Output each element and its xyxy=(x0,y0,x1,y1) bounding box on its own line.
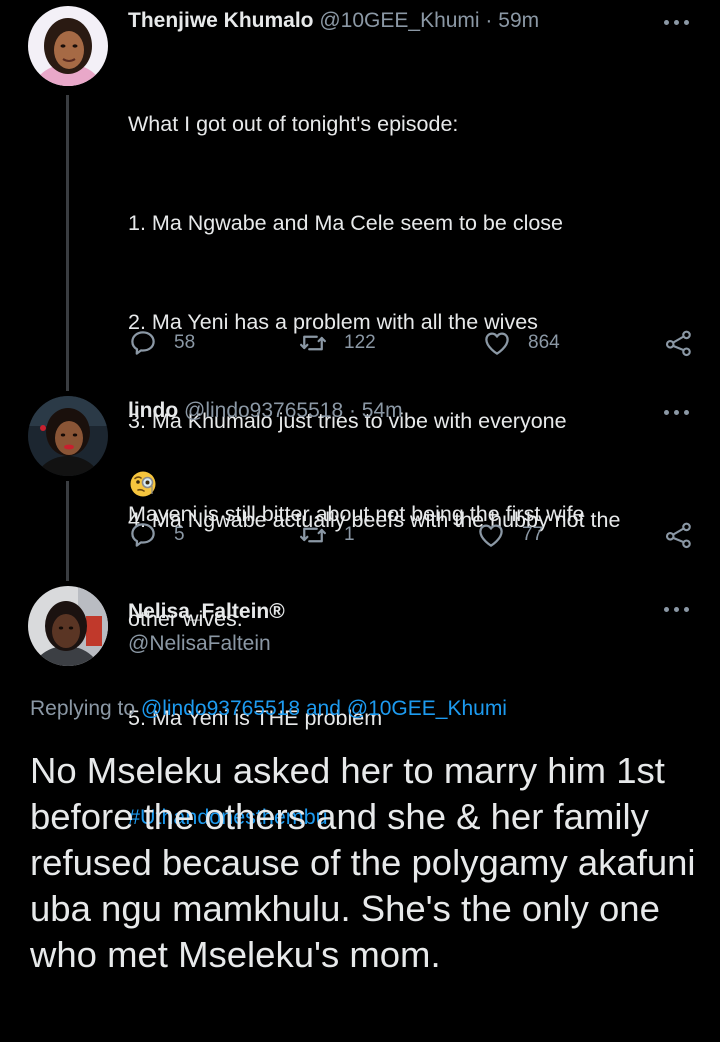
avatar[interactable] xyxy=(28,6,108,86)
tweet-header: lindo @lindo93765518 · 54m xyxy=(128,397,403,425)
retweet-count: 122 xyxy=(344,332,376,353)
like-count: 864 xyxy=(528,332,560,353)
share-icon xyxy=(665,330,691,357)
user-handle[interactable]: @NelisaFaltein xyxy=(128,632,271,656)
thread-line xyxy=(66,95,69,391)
like-count: 77 xyxy=(522,524,544,545)
face-with-monocle-emoji xyxy=(130,471,156,497)
more-icon[interactable] xyxy=(664,17,690,27)
replying-to: Replying to @lindo93765518 and @10GEE_Kh… xyxy=(30,697,507,721)
user-handle[interactable]: @lindo93765518 xyxy=(184,399,343,422)
timestamp[interactable]: 54m xyxy=(362,399,403,422)
retweet-button[interactable]: 1 xyxy=(298,518,355,552)
more-icon[interactable] xyxy=(664,604,690,614)
separator: · xyxy=(479,9,499,32)
share-button[interactable] xyxy=(664,328,694,363)
like-button[interactable]: 864 xyxy=(482,326,560,360)
avatar[interactable] xyxy=(28,396,108,476)
reply-button[interactable]: 58 xyxy=(128,326,195,360)
separator: · xyxy=(343,399,362,422)
user-handle[interactable]: @10GEE_Khumi xyxy=(319,9,479,32)
reply-icon xyxy=(131,523,155,547)
avatar[interactable] xyxy=(28,586,108,666)
display-name[interactable]: Nelisa_Faltein® xyxy=(128,600,285,623)
reply-button[interactable]: 5 xyxy=(128,518,185,552)
thread-line xyxy=(66,481,69,581)
more-icon[interactable] xyxy=(664,407,690,417)
reply-count: 58 xyxy=(174,332,196,353)
display-name[interactable]: lindo xyxy=(128,399,178,422)
share-icon xyxy=(665,522,691,549)
text-line: What I got out of tonight's episode: xyxy=(128,112,459,136)
retweet-icon xyxy=(300,527,326,543)
replying-prefix: Replying to xyxy=(30,697,141,720)
tweet-text: Mayeni is still bitter about not being t… xyxy=(128,432,585,597)
retweet-count: 1 xyxy=(344,524,355,545)
heart-icon xyxy=(485,332,509,355)
reply-icon xyxy=(131,331,155,355)
replying-and[interactable]: and xyxy=(300,697,347,720)
display-name[interactable]: Thenjiwe Khumalo xyxy=(128,9,314,32)
tweet-header: Thenjiwe Khumalo @10GEE_Khumi · 59m xyxy=(128,7,539,35)
heart-icon xyxy=(479,524,503,547)
share-button[interactable] xyxy=(664,520,694,555)
like-button[interactable]: 77 xyxy=(476,518,543,552)
tweet-actions: 5 1 77 xyxy=(128,518,694,552)
mention-link[interactable]: @lindo93765518 xyxy=(141,697,300,720)
mention-link[interactable]: @10GEE_Khumi xyxy=(347,697,507,720)
tweet-header: Nelisa_Faltein® xyxy=(128,598,285,626)
reply-count: 5 xyxy=(174,524,185,545)
text-line: 1. Ma Ngwabe and Ma Cele seem to be clos… xyxy=(128,211,564,235)
timestamp[interactable]: 59m xyxy=(498,9,539,32)
tweet-actions: 58 122 864 xyxy=(128,326,694,360)
retweet-button[interactable]: 122 xyxy=(298,326,376,360)
retweet-icon xyxy=(300,335,326,351)
main-tweet-text: No Mseleku asked her to marry him 1st be… xyxy=(30,750,696,975)
